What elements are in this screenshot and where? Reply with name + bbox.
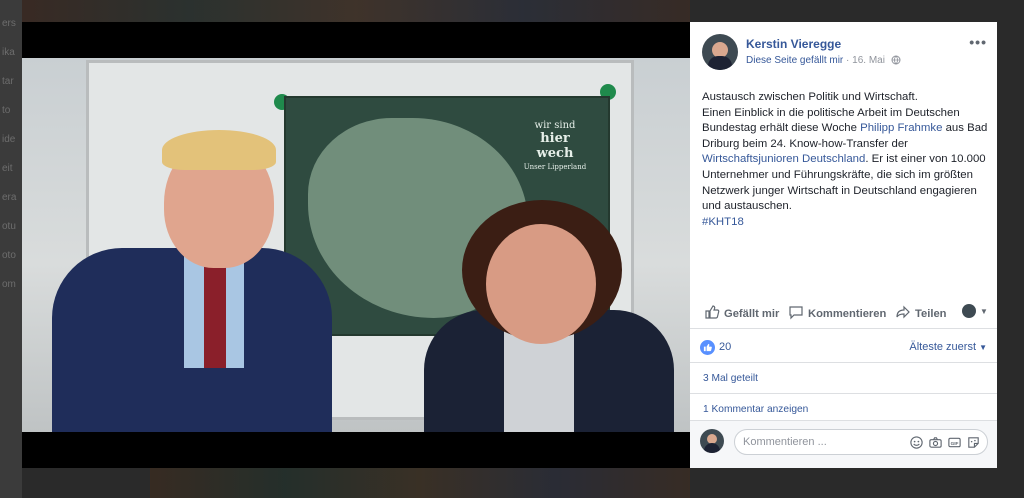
reaction-count[interactable]: 20 — [719, 341, 731, 353]
bg-label: om — [2, 279, 16, 290]
background-photo-strip-bottom — [150, 468, 690, 498]
like-button[interactable]: Gefällt mir — [704, 304, 779, 323]
mention-link[interactable]: Philipp Frahmke — [860, 122, 942, 134]
person-man — [34, 98, 334, 432]
bg-label: tar — [2, 76, 14, 87]
background-sidebar: ers ika tar to ide eit era otu oto om — [0, 0, 22, 498]
divider — [690, 328, 997, 329]
bg-label: oto — [2, 250, 16, 261]
hashtag-link[interactable]: #KHT18 — [702, 216, 744, 228]
svg-text:GIF: GIF — [951, 441, 959, 446]
caret-down-icon: ▼ — [979, 343, 987, 352]
bg-label: otu — [2, 221, 16, 232]
comment-tools: GIF — [909, 435, 981, 455]
bg-label: ers — [2, 18, 16, 29]
post-header: Kerstin Vieregge Diese Seite gefällt mir… — [702, 34, 987, 74]
mention-link[interactable]: Wirtschaftsjunioren Deutschland — [702, 153, 865, 165]
post-panel: Kerstin Vieregge Diese Seite gefällt mir… — [690, 22, 997, 468]
globe-icon — [891, 55, 901, 68]
commenter-avatar — [700, 429, 724, 453]
comment-icon — [788, 304, 804, 323]
comment-placeholder: Kommentieren ... — [743, 436, 827, 448]
post-text-line: Austausch zwischen Politik und Wirtschaf… — [702, 91, 918, 103]
map-logo: wir sind hier wech Unser Lipperland — [520, 120, 590, 171]
divider — [690, 393, 997, 394]
like-reaction-icon[interactable] — [700, 340, 715, 355]
bg-label: to — [2, 105, 11, 116]
person-woman — [414, 200, 684, 432]
sort-dropdown[interactable]: Älteste zuerst ▼ — [909, 341, 987, 353]
gif-icon[interactable]: GIF — [947, 435, 962, 455]
sticker-icon[interactable] — [966, 435, 981, 455]
bg-label: era — [2, 192, 17, 203]
author-avatar[interactable] — [702, 34, 738, 70]
background-photo-strip-top — [22, 0, 690, 22]
liked-page-link[interactable]: Diese Seite gefällt mir — [746, 55, 843, 66]
like-label: Gefällt mir — [724, 307, 780, 320]
post-text: Austausch zwischen Politik und Wirtschaf… — [702, 90, 990, 230]
action-bar: Gefällt mir Kommentieren Teilen ▼ — [700, 302, 990, 324]
shares-link[interactable]: 3 Mal geteilt — [703, 373, 758, 384]
map-logo-small: wir sind — [534, 120, 576, 131]
bg-label: eit — [2, 163, 13, 174]
camera-icon[interactable] — [928, 435, 943, 455]
photo-viewer[interactable]: wir sind hier wech Unser Lipperland — [22, 22, 690, 468]
comment-composer: Kommentieren ... GIF — [690, 420, 997, 468]
comment-input[interactable]: Kommentieren ... GIF — [734, 429, 988, 455]
share-button[interactable]: Teilen — [895, 304, 947, 323]
comment-label: Kommentieren — [808, 307, 887, 320]
reactions-row: 20 Älteste zuerst ▼ — [700, 340, 987, 356]
post-photo[interactable]: wir sind hier wech Unser Lipperland — [22, 58, 690, 432]
map-logo-big: hier wech — [536, 131, 574, 161]
emoji-icon[interactable] — [909, 435, 924, 455]
divider — [690, 362, 997, 363]
share-as-selector[interactable]: ▼ — [962, 304, 988, 318]
post-meta: Diese Seite gefällt mir · 16. Mai — [746, 55, 901, 68]
sort-label: Älteste zuerst — [909, 341, 977, 353]
comment-button[interactable]: Kommentieren — [788, 304, 886, 323]
bg-label: ide — [2, 134, 16, 145]
profile-avatar-icon — [962, 304, 976, 318]
more-options-icon[interactable]: ••• — [969, 34, 987, 50]
share-label: Teilen — [915, 307, 947, 320]
share-icon — [895, 304, 911, 323]
map-logo-sub: Unser Lipperland — [523, 163, 587, 171]
chevron-down-icon: ▼ — [980, 306, 988, 316]
meta-separator: · — [843, 55, 853, 66]
bg-label: ika — [2, 47, 15, 58]
view-comments-link[interactable]: 1 Kommentar anzeigen — [703, 404, 808, 415]
author-name[interactable]: Kerstin Vieregge — [746, 37, 841, 51]
post-date[interactable]: 16. Mai — [852, 55, 885, 66]
thumbs-up-icon — [704, 304, 720, 323]
